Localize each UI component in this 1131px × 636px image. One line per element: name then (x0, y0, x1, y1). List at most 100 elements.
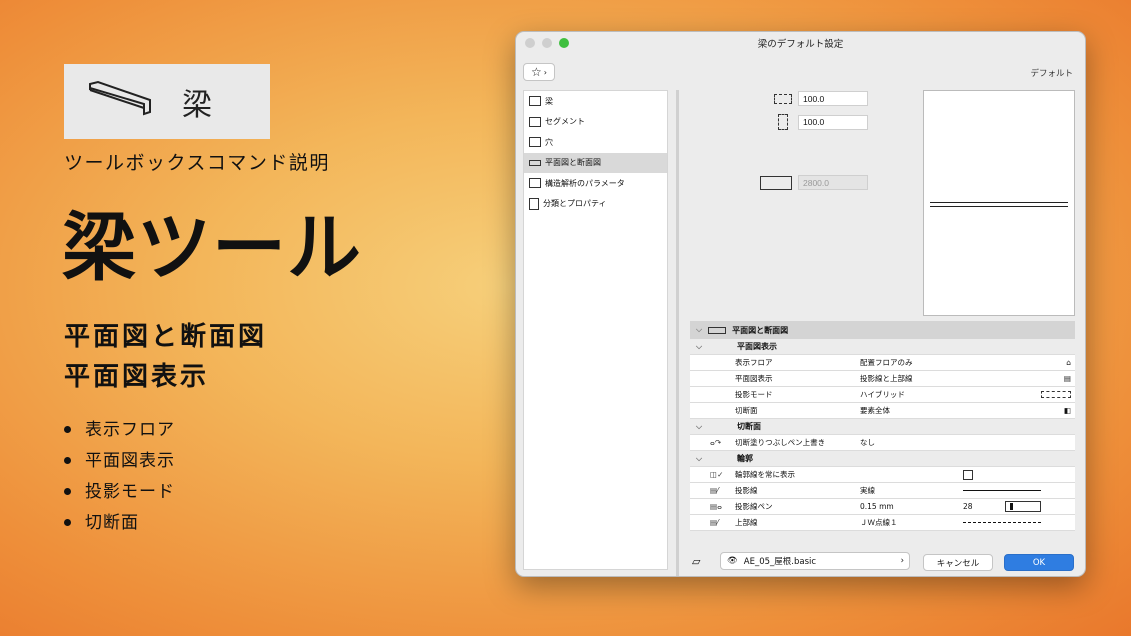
sidebar-item-label: 構造解析のパラメータ (545, 178, 625, 188)
row-value: 要素全体 (860, 406, 890, 415)
row-label: 輪郭線を常に表示 (735, 470, 795, 479)
favorites-button[interactable]: ☆ › (523, 63, 555, 81)
beam-icon (529, 96, 541, 107)
row-value: ハイブリッド (860, 390, 905, 399)
sidebar-item-label: 穴 (545, 137, 553, 147)
cut-plane-icon: ◧ (1063, 406, 1071, 415)
preview-pane (923, 90, 1075, 316)
width-icon (774, 93, 792, 104)
bullet-list: 表示フロア 平面図表示 投影モード 切断面 (64, 414, 175, 538)
section-label: 輪郭 (737, 454, 753, 463)
window-controls (525, 38, 569, 48)
ok-button[interactable]: OK (1004, 554, 1074, 571)
section-plan-display[interactable]: ⌵ 平面図表示 (690, 339, 1075, 355)
floorplan-section-panel: ⌵ 平面図と断面図 ⌵ 平面図表示 表示フロア 配置フロアのみ ⌂ 平面図表示 投影線と… (690, 321, 1075, 531)
plan-display-icon: ▤ (1063, 374, 1071, 383)
sidebar-item-floorplan[interactable]: 平面図と断面図 (524, 152, 667, 173)
subtitle: ツールボックスコマンド説明 (64, 152, 330, 174)
section-outline[interactable]: ⌵ 輪郭 (690, 451, 1075, 467)
titlebar: 梁のデフォルト設定 (516, 32, 1085, 54)
table-row[interactable]: 投影モード ハイブリッド (690, 387, 1075, 403)
chevron-right-icon: › (543, 67, 547, 77)
section-heading: 平面図と断面図 (64, 322, 268, 352)
dialog-title: 梁のデフォルト設定 (757, 39, 844, 50)
layer-name: AE_05_屋根.basic (743, 557, 817, 567)
subsection-heading: 平面図表示 (64, 362, 210, 392)
layer-icon: ▱ (692, 555, 701, 568)
floorplan-icon (529, 159, 541, 166)
table-row[interactable]: 表示フロア 配置フロアのみ ⌂ (690, 355, 1075, 371)
sidebar-item-segment[interactable]: セグメント (524, 112, 667, 133)
section-label: 平面図表示 (737, 342, 777, 351)
minimize-button[interactable] (542, 38, 552, 48)
height-field[interactable] (798, 114, 868, 130)
row-value: 実線 (860, 486, 875, 495)
table-row[interactable]: ⴰ↷ 切断塗りつぶしペン上書き なし (690, 435, 1075, 451)
row-label: 投影モード (735, 390, 773, 399)
row-label: 切断面 (735, 406, 758, 415)
bullet-item: 切断面 (64, 507, 175, 538)
offset-field[interactable] (798, 175, 868, 190)
beam-icon (89, 80, 151, 116)
row-label: 投影線ペン (735, 502, 773, 511)
table-row[interactable]: ▤⁄ 投影線 実線 (690, 483, 1075, 499)
bullet-item: 表示フロア (64, 414, 175, 445)
sidebar-item-structural[interactable]: 構造解析のパラメータ (524, 173, 667, 194)
row-value: 0.15 mm (860, 502, 894, 511)
section-cut-surface[interactable]: ⌵ 切断面 (690, 419, 1075, 435)
chevron-down-icon: ⌵ (696, 453, 703, 463)
row-label: 投影線 (735, 486, 758, 495)
splitter[interactable] (676, 90, 679, 576)
outline-icon: ◫✓ (710, 470, 724, 479)
beam-preview (930, 202, 1068, 207)
table-row[interactable]: ▤ⴰ 投影線ペン 0.15 mm 28 (690, 499, 1075, 515)
always-show-outline-checkbox[interactable] (963, 469, 973, 480)
table-row[interactable]: ◫✓ 輪郭線を常に表示 (690, 467, 1075, 483)
elevation-icon (760, 175, 792, 190)
floor-icon: ⌂ (1066, 358, 1071, 367)
dashed-line-sample (963, 522, 1075, 523)
row-label: 平面図表示 (735, 374, 773, 383)
row-value: 配置フロアのみ (860, 358, 913, 367)
chevron-down-icon: ⌵ (696, 341, 703, 351)
floorplan-icon (708, 326, 727, 334)
table-row[interactable]: ▤⁄ 上部線 ＪＷ点線１ (690, 515, 1075, 531)
row-value: 投影線と上部線 (860, 374, 913, 383)
segment-icon (529, 116, 541, 127)
row-label: 表示フロア (735, 358, 773, 367)
bullet-item: 平面図表示 (64, 445, 175, 476)
sidebar-item-label: 分類とプロパティ (543, 199, 607, 209)
panel-title: 平面図と断面図 (732, 325, 789, 335)
fill-pen-icon: ⴰ↷ (710, 438, 722, 447)
pen-swatch[interactable] (1005, 501, 1041, 512)
width-row (774, 91, 868, 106)
table-row[interactable]: 切断面 要素全体 ◧ (690, 403, 1075, 419)
sidebar-item-label: セグメント (545, 117, 585, 127)
dialog-footer: ▱ 👁 AE_05_屋根.basic › キャンセル OK (690, 552, 1075, 572)
settings-sidebar: 梁 セグメント 穴 平面図と断面図 構造解析のパラメータ 分類とプロパティ (523, 90, 668, 570)
sidebar-item-beam[interactable]: 梁 (524, 91, 667, 112)
projection-mode-icon (963, 391, 1075, 398)
sidebar-item-classification[interactable]: 分類とプロパティ (524, 194, 667, 215)
star-icon: ☆ (531, 65, 542, 79)
zoom-button[interactable] (559, 38, 569, 48)
badge-label: 梁 (182, 88, 212, 123)
sidebar-item-label: 梁 (545, 96, 553, 106)
panel-header[interactable]: ⌵ 平面図と断面図 (690, 321, 1075, 339)
sidebar-item-hole[interactable]: 穴 (524, 132, 667, 153)
cancel-button[interactable]: キャンセル (923, 554, 993, 571)
layer-select[interactable]: 👁 AE_05_屋根.basic › (720, 552, 910, 570)
hole-icon (529, 137, 541, 148)
close-button[interactable] (525, 38, 535, 48)
eye-icon: 👁 (727, 556, 738, 566)
chevron-right-icon: › (900, 556, 904, 566)
table-row[interactable]: 平面図表示 投影線と上部線 ▤ (690, 371, 1075, 387)
beam-settings-dialog: 梁のデフォルト設定 ☆ › デフォルト 梁 セグメント 穴 平面図と断面図 構造… (515, 31, 1086, 577)
section-label: 切断面 (737, 422, 761, 431)
projection-line-icon: ▤⁄ (710, 486, 719, 495)
beam-tool-badge: 梁 (64, 64, 270, 139)
default-label: デフォルト (1030, 69, 1073, 79)
chevron-down-icon: ⌵ (696, 325, 703, 334)
structural-icon (529, 178, 541, 189)
width-field[interactable] (798, 91, 868, 106)
